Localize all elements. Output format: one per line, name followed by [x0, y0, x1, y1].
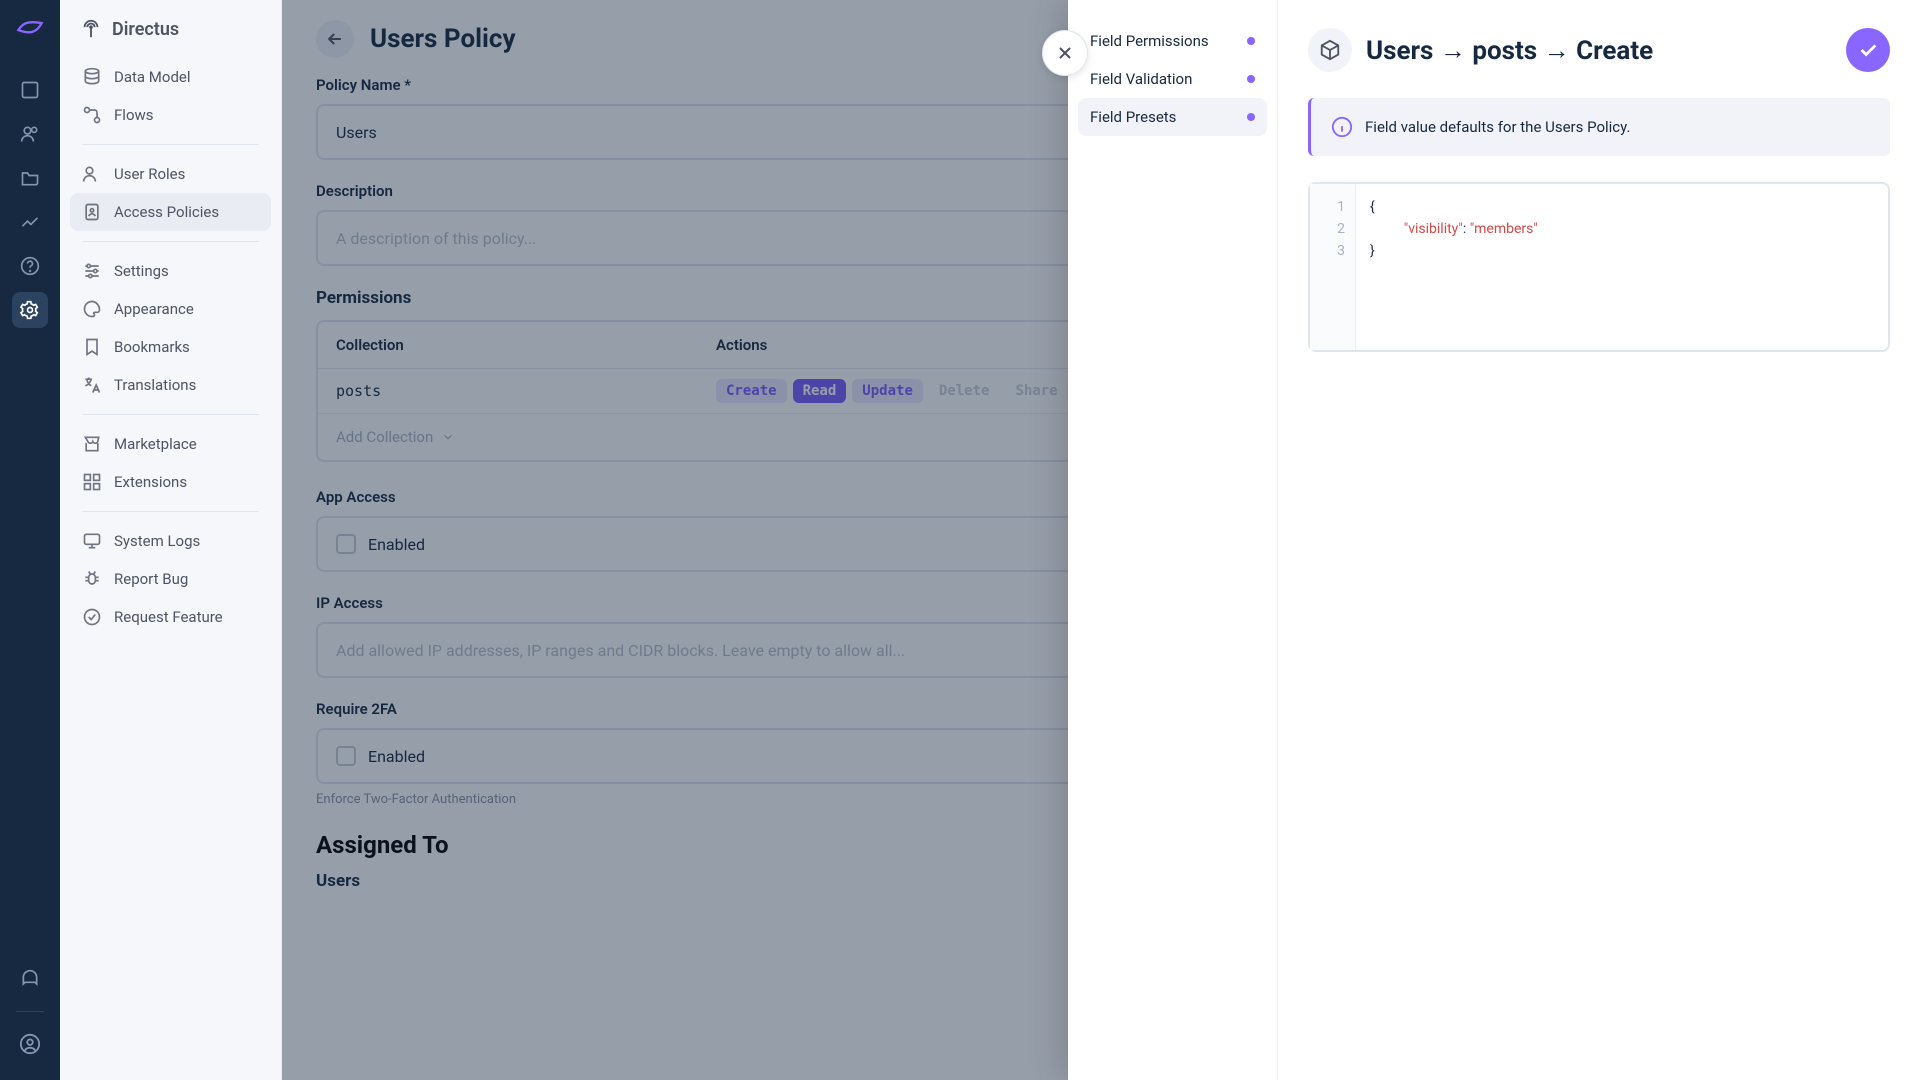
info-icon [1331, 116, 1353, 138]
translate-icon [82, 375, 102, 395]
rail-files[interactable] [12, 160, 48, 196]
code-editor[interactable]: 123 { "visibility": "members" } [1308, 182, 1890, 352]
nav-access-policies[interactable]: Access Policies [70, 193, 271, 231]
drawer-title: Users → posts → Create [1366, 35, 1832, 66]
code-content: { "visibility": "members" } [1356, 184, 1888, 350]
status-dot-icon [1247, 75, 1255, 83]
sliders-icon [82, 261, 102, 281]
sidebar-header: Directus [60, 18, 281, 58]
grid-icon [82, 472, 102, 492]
database-icon [82, 67, 102, 87]
nav-system-logs[interactable]: System Logs [70, 522, 271, 560]
rail-insights[interactable] [12, 204, 48, 240]
tab-field-presets[interactable]: Field Presets [1078, 98, 1267, 136]
nav-extensions[interactable]: Extensions [70, 463, 271, 501]
nav-flows[interactable]: Flows [70, 96, 271, 134]
status-dot-icon [1247, 113, 1255, 121]
close-button[interactable] [1042, 30, 1088, 76]
nav-user-roles[interactable]: User Roles [70, 155, 271, 193]
rail-notifications[interactable] [12, 961, 48, 997]
nav-request-feature[interactable]: Request Feature [70, 598, 271, 636]
rail-docs[interactable] [12, 248, 48, 284]
flow-icon [82, 105, 102, 125]
main-content: Users Policy Policy Name * Users Icon Ba… [282, 0, 1920, 1080]
brand-label: Directus [112, 19, 179, 40]
check-circle-icon [82, 607, 102, 627]
rail-content[interactable] [12, 72, 48, 108]
nav-report-bug[interactable]: Report Bug [70, 560, 271, 598]
cube-icon [1308, 28, 1352, 72]
tab-field-permissions[interactable]: Field Permissions [1078, 22, 1267, 60]
module-rail [0, 0, 60, 1080]
monitor-icon [82, 531, 102, 551]
check-icon [1857, 39, 1879, 61]
broadcast-icon [80, 18, 102, 40]
logo-icon [12, 12, 48, 48]
close-icon [1055, 43, 1075, 63]
palette-icon [82, 299, 102, 319]
confirm-button[interactable] [1846, 28, 1890, 72]
nav-translations[interactable]: Translations [70, 366, 271, 404]
store-icon [82, 434, 102, 454]
rail-account[interactable] [12, 1026, 48, 1062]
nav-data-model[interactable]: Data Model [70, 58, 271, 96]
nav-marketplace[interactable]: Marketplace [70, 425, 271, 463]
bug-icon [82, 569, 102, 589]
nav-bookmarks[interactable]: Bookmarks [70, 328, 271, 366]
info-banner: Field value defaults for the Users Polic… [1308, 98, 1890, 156]
rail-settings[interactable] [12, 292, 48, 328]
bookmark-icon [82, 337, 102, 357]
nav-settings[interactable]: Settings [70, 252, 271, 290]
settings-sidebar: Directus Data Model Flows User Roles Acc… [60, 0, 282, 1080]
permission-drawer: Field Permissions Field Validation Field… [1068, 0, 1920, 1080]
code-gutter: 123 [1310, 184, 1356, 350]
badge-icon [82, 202, 102, 222]
status-dot-icon [1247, 37, 1255, 45]
drawer-tabs: Field Permissions Field Validation Field… [1068, 0, 1278, 1080]
nav-appearance[interactable]: Appearance [70, 290, 271, 328]
tab-field-validation[interactable]: Field Validation [1078, 60, 1267, 98]
users-icon [82, 164, 102, 184]
rail-users[interactable] [12, 116, 48, 152]
